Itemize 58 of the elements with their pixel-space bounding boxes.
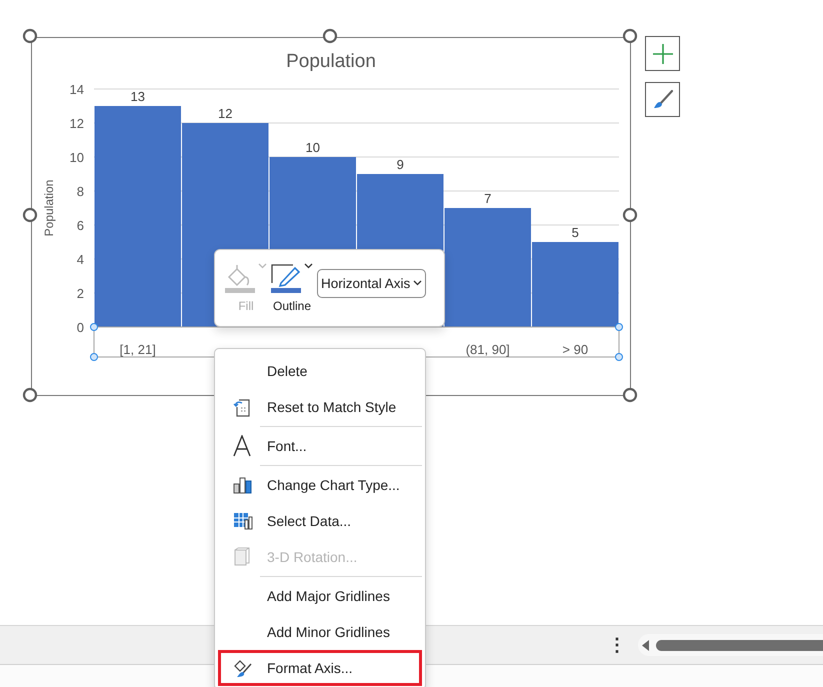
menu-item[interactable]: Add Minor Gridlines <box>218 614 422 650</box>
category-label: > 90 <box>562 342 588 357</box>
selection-handle[interactable] <box>90 353 98 361</box>
resize-handle[interactable] <box>622 208 638 222</box>
chart-title: Population <box>286 51 376 72</box>
resize-handle[interactable] <box>622 388 638 402</box>
more-options-button[interactable]: ⋮ <box>608 634 626 656</box>
data-label: 10 <box>306 140 320 155</box>
data-label: 9 <box>396 157 404 172</box>
menu-item[interactable]: Format Axis... <box>218 650 422 686</box>
reset-icon <box>233 397 251 417</box>
axis-tick-label: 2 <box>76 286 84 301</box>
resize-handle[interactable] <box>622 28 638 44</box>
plus-icon <box>652 42 674 64</box>
pen-icon <box>271 263 303 293</box>
menu-item[interactable]: Font... <box>218 428 422 464</box>
data-label: 12 <box>218 106 232 121</box>
resize-handle[interactable] <box>22 208 38 222</box>
scroll-left-icon <box>642 640 650 650</box>
axis-tick-label: 14 <box>70 82 84 97</box>
bar-chart-icon <box>233 476 253 494</box>
axis-tick-label: 4 <box>76 252 84 267</box>
axis-title: Population <box>42 180 56 236</box>
selection-handle[interactable] <box>90 323 98 331</box>
menu-item[interactable]: Delete <box>218 353 422 389</box>
table-chart-icon <box>233 512 253 530</box>
axis-tick-label: 12 <box>70 116 84 131</box>
data-label: 13 <box>130 89 145 104</box>
chart-elements-button[interactable] <box>645 36 680 71</box>
format-brush-icon <box>233 658 253 678</box>
menu-item[interactable]: Select Data... <box>218 503 422 539</box>
menu-item[interactable]: Add Major Gridlines <box>218 578 422 614</box>
resize-handle[interactable] <box>22 28 38 44</box>
category-label: (81, 90] <box>466 342 510 357</box>
paint-bucket-icon <box>225 263 257 293</box>
font-icon <box>233 435 251 457</box>
selection-handle[interactable] <box>615 353 623 361</box>
selection-handle[interactable] <box>615 323 623 331</box>
axis-tick-label: 10 <box>70 150 84 165</box>
caret-icon <box>258 263 267 269</box>
scrollbar-thumb[interactable] <box>656 640 823 650</box>
resize-handle[interactable] <box>22 388 38 402</box>
axis-tick-label: 6 <box>76 218 84 233</box>
axis-tick-label: 8 <box>76 184 84 199</box>
outline-button[interactable]: Outline <box>271 263 313 313</box>
data-label: 7 <box>484 191 492 206</box>
chart-element-dropdown[interactable]: Horizontal Axis <box>317 268 426 298</box>
cube-icon <box>233 547 251 567</box>
resize-handle[interactable] <box>322 28 338 44</box>
axis-tick-label: 0 <box>76 320 84 335</box>
data-label: 5 <box>572 225 579 240</box>
horizontal-scrollbar[interactable] <box>638 634 823 656</box>
menu-item[interactable]: Change Chart Type... <box>218 467 422 503</box>
caret-icon <box>413 280 422 286</box>
paintbrush-icon <box>652 88 674 110</box>
category-label: [1, 21] <box>120 342 156 357</box>
chart-styles-button[interactable] <box>645 82 680 117</box>
caret-icon <box>304 263 313 269</box>
